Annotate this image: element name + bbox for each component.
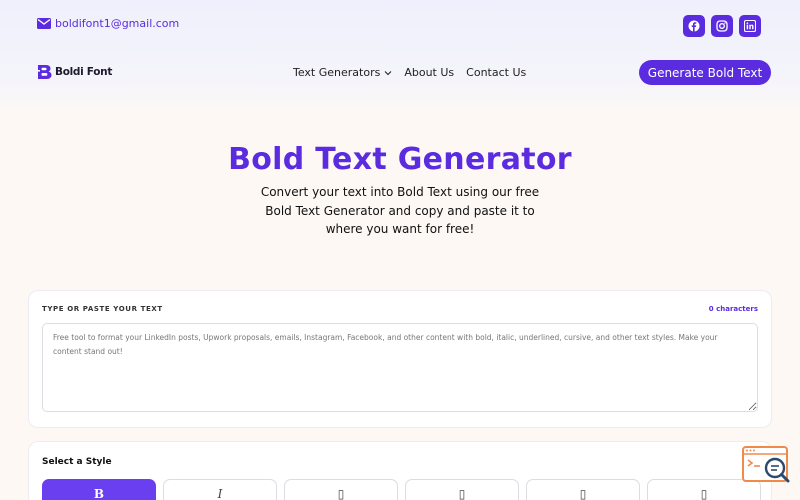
style-selector-title: Select a Style xyxy=(42,457,112,467)
page-title: Bold Text Generator xyxy=(228,142,572,177)
linkedin-button[interactable] xyxy=(739,15,761,37)
mail-icon xyxy=(37,18,51,29)
character-counter: 0 characters xyxy=(709,305,758,313)
facebook-button[interactable] xyxy=(683,15,705,37)
generate-bold-text-button[interactable]: Generate Bold Text xyxy=(639,60,771,85)
text-input-card: TYPE OR PASTE YOUR TEXT 0 characters xyxy=(28,290,772,428)
style-option-button[interactable]: ▯ xyxy=(526,479,640,500)
main-navbar: Boldi Font Text Generators About Us Cont… xyxy=(0,60,800,86)
contact-email[interactable]: boldifont1@gmail.com xyxy=(55,17,179,30)
style-option-button[interactable]: ▯ xyxy=(405,479,519,500)
search-widget-icon[interactable] xyxy=(742,446,790,488)
topbar-contact[interactable]: boldifont1@gmail.com xyxy=(37,17,179,30)
facebook-icon xyxy=(688,20,700,32)
character-count-suffix: characters xyxy=(716,305,758,313)
site-logo[interactable]: Boldi Font xyxy=(37,64,112,80)
nav-text-generators-label: Text Generators xyxy=(293,66,381,79)
social-links xyxy=(683,15,761,37)
style-selector-card: Select a Style B I ▯ ▯ ▯ ▯ xyxy=(28,441,772,500)
nav-contact-us[interactable]: Contact Us xyxy=(466,66,526,79)
text-input-area[interactable] xyxy=(42,323,758,412)
character-count-value: 0 xyxy=(708,305,714,313)
style-bold-button[interactable]: B xyxy=(42,479,156,500)
logo-b-icon xyxy=(37,65,52,79)
chevron-down-icon xyxy=(384,70,392,75)
page-subtitle: Convert your text into Bold Text using o… xyxy=(260,185,540,236)
instagram-icon xyxy=(716,20,728,32)
nav-about-us[interactable]: About Us xyxy=(404,66,454,79)
input-label: TYPE OR PASTE YOUR TEXT xyxy=(42,305,163,313)
linkedin-icon xyxy=(744,20,756,32)
style-italic-button[interactable]: I xyxy=(163,479,277,500)
style-options: B I ▯ ▯ ▯ ▯ xyxy=(42,479,761,500)
style-option-button[interactable]: ▯ xyxy=(284,479,398,500)
instagram-button[interactable] xyxy=(711,15,733,37)
nav-text-generators[interactable]: Text Generators xyxy=(293,66,392,79)
logo-text: Boldi Font xyxy=(55,66,113,78)
nav-links: Text Generators About Us Contact Us xyxy=(293,66,526,79)
